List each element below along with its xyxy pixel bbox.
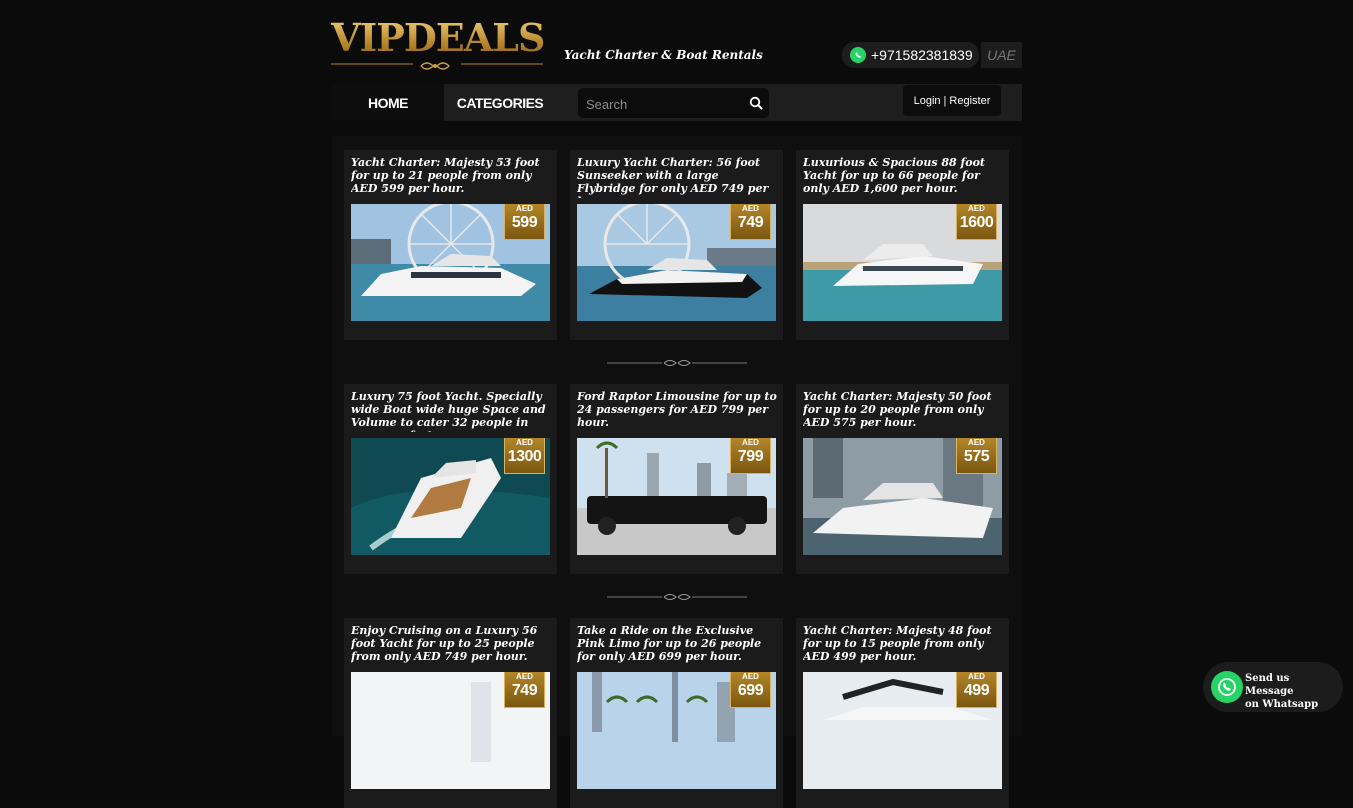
price-amount: 799 [737, 448, 764, 465]
price-amount: 699 [737, 682, 764, 699]
whatsapp-text: Send us Message on Whatsapp [1245, 672, 1340, 711]
price-amount: 499 [963, 682, 990, 699]
login-link[interactable]: Login [914, 95, 941, 107]
price-currency: AED [516, 438, 533, 447]
price-badge: AED 749 [730, 204, 771, 240]
listing-image[interactable]: AED 599 [351, 204, 550, 321]
login-separator: | [943, 94, 947, 107]
region-selector[interactable]: UAE [981, 42, 1022, 68]
listing-image[interactable]: AED 699 [577, 672, 776, 789]
register-link[interactable]: Register [949, 95, 990, 107]
price-currency: AED [742, 672, 759, 681]
price-currency: AED [968, 672, 985, 681]
whatsapp-icon [850, 47, 866, 63]
price-currency: AED [742, 438, 759, 447]
listing-title[interactable]: Take a Ride on the Exclusive Pink Limo f… [577, 624, 777, 666]
listing-title[interactable]: Yacht Charter: Majesty 50 foot for up to… [803, 390, 1003, 432]
listing-card[interactable]: Yacht Charter: Majesty 53 foot for up to… [344, 150, 557, 340]
listing-card[interactable]: Enjoy Cruising on a Luxury 56 foot Yacht… [344, 618, 557, 808]
listing-title[interactable]: Yacht Charter: Majesty 53 foot for up to… [351, 156, 551, 198]
listing-card[interactable]: Ford Raptor Limousine for up to 24 passe… [570, 384, 783, 574]
price-badge: AED 749 [504, 672, 545, 708]
phone-number: +971582381839 [871, 47, 973, 63]
nav-categories[interactable]: CATEGORIES [444, 84, 556, 121]
price-amount: 575 [963, 448, 990, 465]
listing-title[interactable]: Luxury Yacht Charter: 56 foot Sunseeker … [577, 156, 777, 198]
nav-home[interactable]: HOME [332, 84, 444, 121]
listing-image[interactable]: AED 749 [351, 672, 550, 789]
price-currency: AED [516, 672, 533, 681]
site-logo[interactable]: VIPDEALS.AE [331, 16, 546, 72]
price-currency: AED [516, 204, 533, 213]
listing-card[interactable]: Luxury Yacht Charter: 56 foot Sunseeker … [570, 150, 783, 340]
listing-image[interactable]: AED 749 [577, 204, 776, 321]
price-currency: AED [968, 204, 985, 213]
listing-card[interactable]: Luxury 75 foot Yacht. Specially wide Boa… [344, 384, 557, 574]
listing-image[interactable]: AED 1600 [803, 204, 1002, 321]
listing-card[interactable]: Luxurious & Spacious 88 foot Yacht for u… [796, 150, 1009, 340]
price-badge: AED 799 [730, 438, 771, 474]
search-box [578, 88, 769, 120]
page-wrapper: VIPDEALS.AE Yacht Charter & Boat Rentals… [331, 0, 1022, 808]
price-badge: AED 599 [504, 204, 545, 240]
main-nav: HOME CATEGORIES Login | Register [332, 84, 1022, 121]
login-register-button[interactable]: Login | Register [903, 85, 1001, 116]
whatsapp-line1: Send us Message [1245, 673, 1294, 697]
listing-title[interactable]: Luxurious & Spacious 88 foot Yacht for u… [803, 156, 1003, 198]
listing-card[interactable]: Take a Ride on the Exclusive Pink Limo f… [570, 618, 783, 808]
price-amount: 1300 [507, 448, 542, 465]
price-amount: 749 [511, 682, 538, 699]
listing-card[interactable]: Yacht Charter: Majesty 48 foot for up to… [796, 618, 1009, 808]
price-badge: AED 499 [956, 672, 997, 708]
listings-area: Yacht Charter: Majesty 53 foot for up to… [332, 136, 1022, 808]
price-badge: AED 699 [730, 672, 771, 708]
logo-wordmark: VIPDEALS.AE [331, 16, 546, 65]
search-input[interactable] [578, 88, 748, 120]
whatsapp-chat-button[interactable]: Send us Message on Whatsapp [1203, 662, 1343, 712]
price-badge: AED 575 [956, 438, 997, 474]
section-divider-icon [607, 360, 747, 366]
price-currency: AED [742, 204, 759, 213]
listing-card[interactable]: Yacht Charter: Majesty 50 foot for up to… [796, 384, 1009, 574]
logo-main: VIPDEALS [331, 15, 545, 60]
listing-title[interactable]: Luxury 75 foot Yacht. Specially wide Boa… [351, 390, 551, 432]
price-amount: 1600 [959, 214, 994, 231]
logo-ornament-icon [331, 62, 543, 70]
listing-row: Yacht Charter: Majesty 53 foot for up to… [344, 150, 1010, 340]
whatsapp-icon [1211, 671, 1243, 703]
price-currency: AED [968, 438, 985, 447]
listing-image[interactable]: AED 1300 [351, 438, 550, 555]
section-divider-icon [607, 594, 747, 600]
listing-image[interactable]: AED 575 [803, 438, 1002, 555]
listing-row: Luxury 75 foot Yacht. Specially wide Boa… [344, 384, 1010, 574]
price-badge: AED 1600 [956, 204, 997, 240]
search-icon[interactable] [749, 96, 763, 110]
whatsapp-phone-button[interactable]: +971582381839 [842, 42, 979, 68]
price-amount: 749 [737, 214, 764, 231]
listing-title[interactable]: Yacht Charter: Majesty 48 foot for up to… [803, 624, 1003, 666]
price-badge: AED 1300 [504, 438, 545, 474]
whatsapp-line2: on Whatsapp [1245, 699, 1319, 710]
listing-title[interactable]: Ford Raptor Limousine for up to 24 passe… [577, 390, 777, 432]
listing-row: Enjoy Cruising on a Luxury 56 foot Yacht… [344, 618, 1010, 808]
listing-title[interactable]: Enjoy Cruising on a Luxury 56 foot Yacht… [351, 624, 551, 666]
listing-image[interactable]: AED 799 [577, 438, 776, 555]
site-tagline: Yacht Charter & Boat Rentals [564, 48, 763, 62]
listing-image[interactable]: AED 499 [803, 672, 1002, 789]
price-amount: 599 [511, 214, 538, 231]
